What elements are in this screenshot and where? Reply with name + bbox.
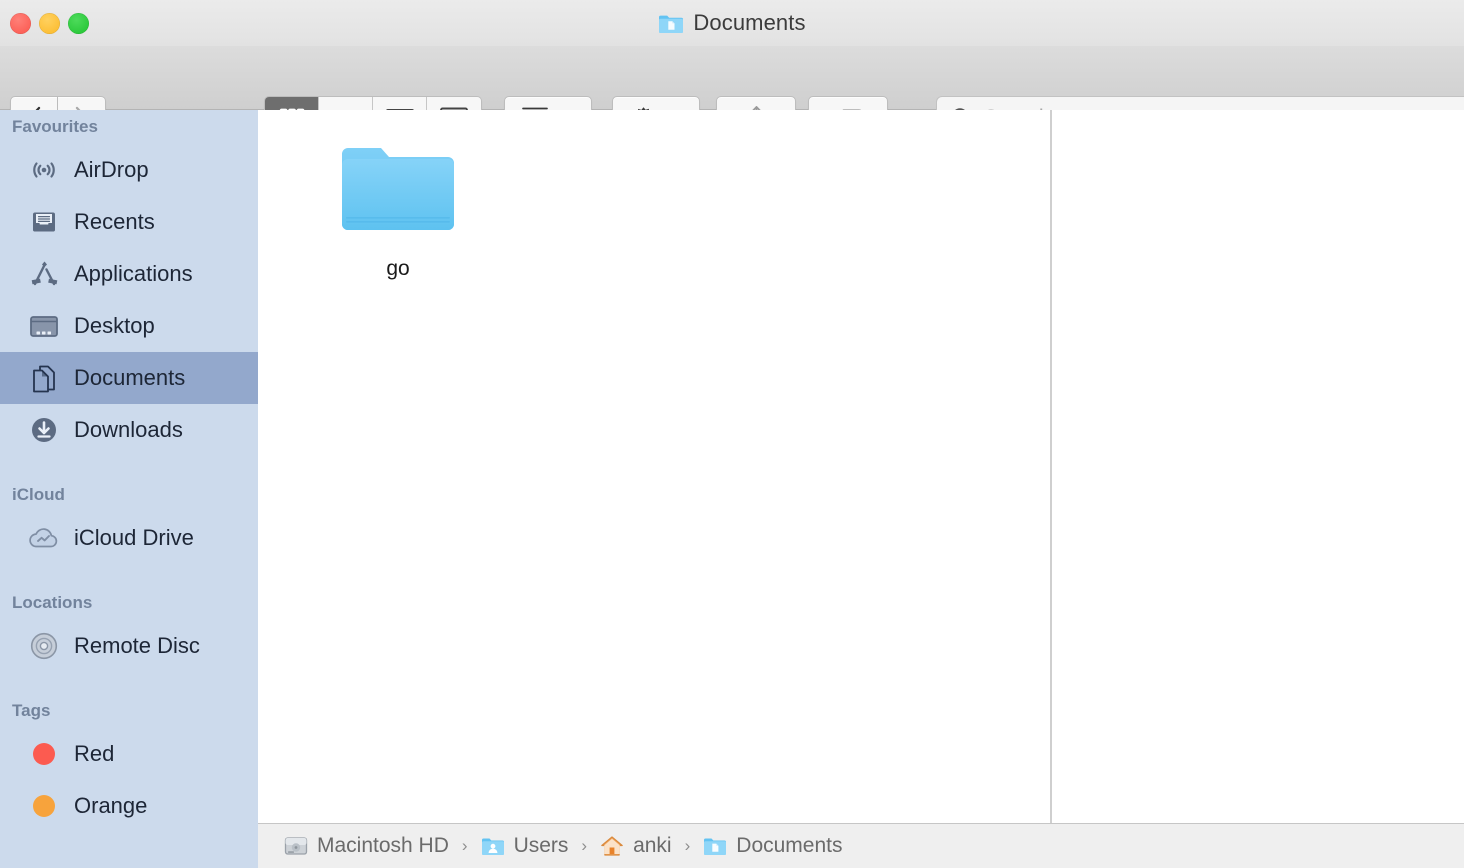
window-title: Documents — [0, 0, 1464, 46]
applications-icon — [26, 258, 62, 290]
disc-icon — [26, 630, 62, 662]
breadcrumb-documents[interactable]: Documents — [703, 834, 843, 858]
sidebar-item-label: Downloads — [74, 417, 183, 442]
file-browser-content[interactable]: go — [258, 110, 1464, 823]
home-icon — [601, 836, 623, 856]
folder-documents-icon — [704, 838, 727, 855]
icloud-icon — [26, 522, 62, 554]
sidebar-item-recents[interactable]: Recents — [0, 196, 258, 248]
window-title-text: Documents — [693, 10, 806, 35]
sidebar-item-label: Remote Disc — [74, 633, 200, 658]
folder-users-icon — [481, 838, 504, 855]
breadcrumb-macintosh-hd[interactable]: Macintosh HD — [284, 834, 449, 858]
sidebar-tag-label: Orange — [74, 793, 148, 818]
folder-documents-icon — [658, 13, 684, 34]
documents-icon — [26, 362, 62, 394]
sidebar-section-tags-header: Tags — [12, 701, 51, 720]
breadcrumb-label: Macintosh HD — [317, 834, 449, 857]
airdrop-icon — [26, 154, 62, 186]
folder-icon — [338, 138, 458, 243]
sidebar-item-label: Desktop — [74, 313, 155, 338]
sidebar-item-desktop[interactable]: Desktop — [0, 300, 258, 352]
toolbar: Search — [0, 46, 1464, 140]
title-bar: Documents — [0, 0, 1464, 46]
tag-dot-icon — [33, 743, 55, 765]
sidebar-tag-label: Red — [74, 741, 115, 766]
chevron-right-icon: › — [581, 836, 588, 855]
sidebar-item-documents[interactable]: Documents — [0, 352, 258, 404]
sidebar-section-favourites-header: Favourites — [12, 117, 98, 136]
breadcrumb-label: anki — [633, 834, 672, 857]
sidebar-item-applications[interactable]: Applications — [0, 248, 258, 300]
finder-window: Documents Favourites AirDrop Recents App… — [0, 0, 1464, 868]
sidebar-item-label: Applications — [74, 261, 193, 286]
breadcrumb-label: Documents — [736, 834, 843, 857]
sidebar-tag-red[interactable]: Red — [0, 728, 258, 780]
sidebar-item-label: AirDrop — [74, 157, 149, 182]
sidebar-item-remote-disc[interactable]: Remote Disc — [0, 620, 258, 672]
breadcrumb-label: Users — [513, 834, 569, 857]
pane-divider[interactable] — [1050, 110, 1052, 823]
downloads-icon — [26, 414, 62, 446]
file-item-go[interactable]: go — [318, 138, 478, 281]
file-item-label: go — [386, 257, 410, 280]
sidebar-item-label: Documents — [74, 365, 186, 390]
sidebar-section-icloud-header: iCloud — [12, 485, 65, 504]
recents-icon — [26, 206, 62, 238]
path-bar: Macintosh HD › Users › anki › Documents — [258, 823, 1464, 868]
breadcrumb-users[interactable]: Users — [481, 834, 569, 858]
sidebar-section-locations-header: Locations — [12, 593, 93, 612]
sidebar-item-label: Recents — [74, 209, 155, 234]
sidebar-item-icloud-drive[interactable]: iCloud Drive — [0, 512, 258, 564]
sidebar-item-label: iCloud Drive — [74, 525, 194, 550]
sidebar-item-downloads[interactable]: Downloads — [0, 404, 258, 456]
chevron-right-icon: › — [461, 836, 468, 855]
tag-dot-icon — [33, 795, 55, 817]
harddisk-icon — [284, 837, 308, 855]
sidebar-bottom-fill — [0, 823, 258, 868]
sidebar[interactable]: Favourites AirDrop Recents Applications … — [0, 110, 258, 868]
chevron-right-icon: › — [684, 836, 691, 855]
sidebar-item-airdrop[interactable]: AirDrop — [0, 144, 258, 196]
breadcrumb-anki[interactable]: anki — [600, 834, 672, 858]
desktop-icon — [26, 310, 62, 342]
